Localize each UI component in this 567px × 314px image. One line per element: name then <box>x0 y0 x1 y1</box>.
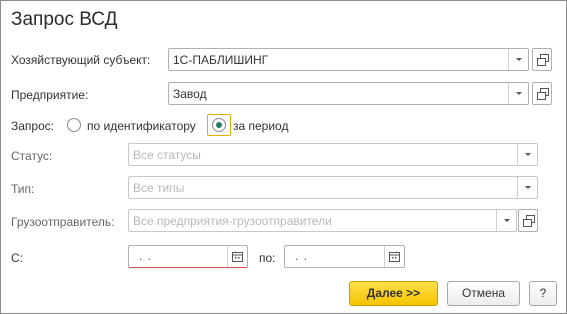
date-from-value: . . <box>139 249 153 263</box>
chevron-down-icon[interactable] <box>496 210 516 231</box>
shipper-open-button[interactable] <box>518 209 538 232</box>
shipper-field[interactable]: Все предприятия-грузоотправители <box>128 209 517 232</box>
help-button[interactable]: ? <box>529 281 557 306</box>
entity-label: Хозяйствующий субъект: <box>11 53 151 67</box>
enterprise-field[interactable]: Завод <box>168 82 529 105</box>
chevron-down-icon[interactable] <box>517 177 537 198</box>
type-label: Тип: <box>11 182 35 196</box>
date-to-field[interactable]: . . <box>284 245 405 268</box>
status-placeholder: Все статусы <box>133 148 201 162</box>
chevron-down-icon[interactable] <box>508 83 528 104</box>
enterprise-label: Предприятие: <box>11 88 89 102</box>
type-placeholder: Все типы <box>133 181 185 195</box>
shipper-label: Грузоотправитель: <box>11 215 115 229</box>
enterprise-open-button[interactable] <box>532 82 552 105</box>
cancel-button[interactable]: Отмена <box>447 281 520 306</box>
type-field[interactable]: Все типы <box>128 176 538 199</box>
date-to-label: по: <box>259 251 276 265</box>
entity-value: 1С-ПАБЛИШИНГ <box>173 53 269 67</box>
open-window-icon <box>537 88 549 100</box>
date-from-field[interactable]: . . <box>128 245 248 268</box>
radio-by-period-label[interactable]: за период <box>233 119 288 133</box>
status-label: Статус: <box>11 149 53 163</box>
request-label: Запрос: <box>11 119 55 133</box>
enterprise-value: Завод <box>173 87 207 101</box>
calendar-icon[interactable] <box>384 246 404 267</box>
status-field[interactable]: Все статусы <box>128 143 538 166</box>
date-to-value: . . <box>295 249 309 263</box>
chevron-down-icon[interactable] <box>508 49 528 70</box>
radio-by-period[interactable] <box>212 118 226 132</box>
open-window-icon <box>523 215 535 227</box>
entity-open-button[interactable] <box>532 48 552 71</box>
shipper-placeholder: Все предприятия-грузоотправители <box>133 214 332 228</box>
open-window-icon <box>537 54 549 66</box>
dialog-window: Запрос ВСД Хозяйствующий субъект: 1С-ПАБ… <box>0 0 567 314</box>
calendar-icon[interactable] <box>227 246 247 267</box>
date-from-label: С: <box>11 251 23 265</box>
entity-field[interactable]: 1С-ПАБЛИШИНГ <box>168 48 529 71</box>
chevron-down-icon[interactable] <box>517 144 537 165</box>
radio-by-id[interactable] <box>67 118 81 132</box>
radio-by-id-label[interactable]: по идентификатору <box>87 119 196 133</box>
next-button[interactable]: Далее >> <box>349 281 438 306</box>
dialog-title: Запрос ВСД <box>11 9 118 30</box>
